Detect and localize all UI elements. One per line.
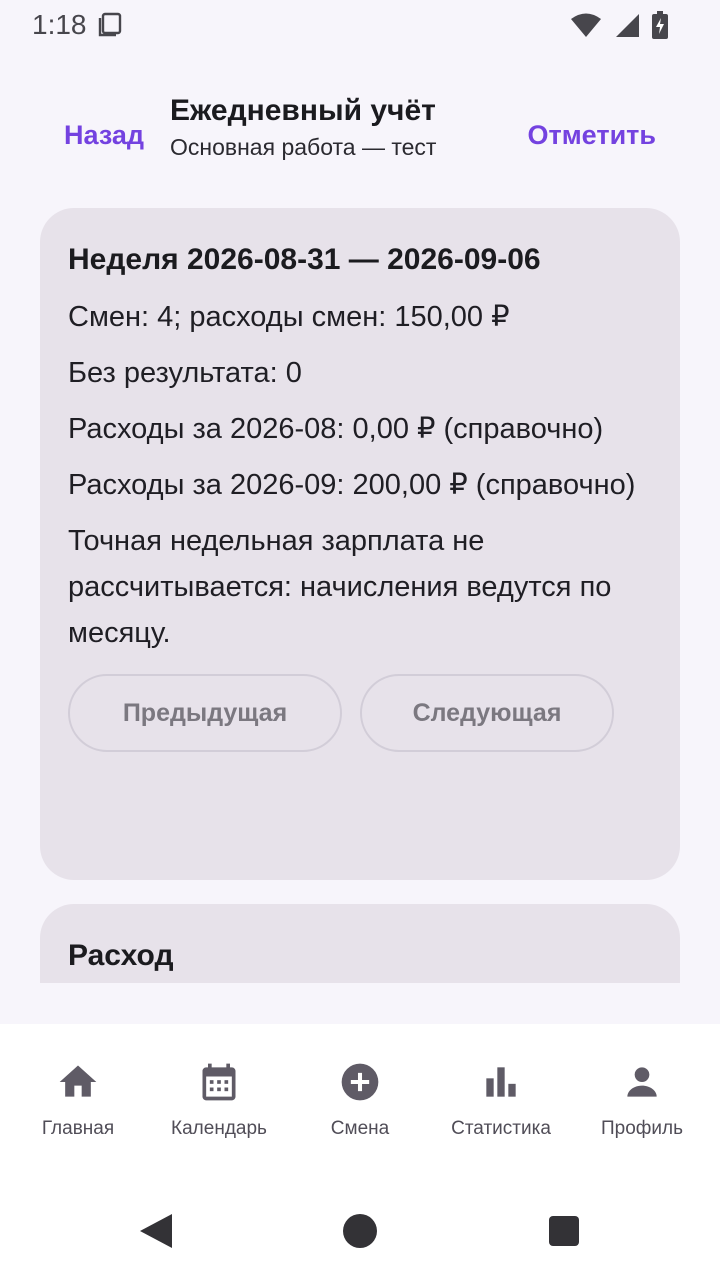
nav-label: Профиль — [600, 1118, 684, 1139]
home-icon — [59, 1065, 97, 1097]
system-home-icon[interactable] — [342, 1212, 378, 1250]
nav-label: Статистика — [451, 1118, 551, 1139]
nav-item-shift[interactable]: Смена — [290, 1024, 430, 1180]
bar-chart-icon — [486, 1067, 516, 1097]
screen: 1:18 Назад Ежедневный учёт Основная рабо… — [0, 0, 720, 1280]
page-subtitle: Основная работа — тест — [170, 134, 437, 160]
battery-charging-icon — [652, 11, 668, 39]
add-circle-icon — [341, 1063, 379, 1101]
status-left: 1:18 — [32, 9, 123, 41]
expense-title: Расход — [68, 939, 174, 972]
system-back-icon[interactable] — [138, 1212, 174, 1250]
mark-button[interactable]: Отметить — [527, 120, 656, 151]
shifts-summary: Смен: 4; расходы смен: 150,00 ₽ — [68, 301, 510, 333]
nav-item-home[interactable]: Главная — [8, 1024, 148, 1180]
wifi-icon — [571, 13, 601, 37]
week-title: Неделя 2026-08-31 — 2026-09-06 — [68, 243, 541, 276]
system-recents-icon[interactable] — [548, 1212, 580, 1250]
nav-label: Главная — [41, 1118, 115, 1139]
bottom-navigation: Главная Календарь Смена Статистика Профи… — [0, 1024, 720, 1180]
status-time: 1:18 — [32, 9, 87, 40]
nav-label: Календарь — [171, 1118, 267, 1139]
cell-signal-icon — [616, 14, 639, 37]
calendar-icon — [202, 1063, 236, 1101]
expenses-august: Расходы за 2026-08: 0,00 ₽ (справочно) — [68, 413, 604, 445]
week-nav-buttons: Предыдущая Следующая — [68, 674, 652, 752]
previous-week-button[interactable]: Предыдущая — [68, 674, 342, 752]
system-navigation-bar — [0, 1180, 720, 1280]
nav-item-statistics[interactable]: Статистика — [431, 1024, 571, 1180]
nav-label: Смена — [330, 1118, 390, 1139]
expenses-september: Расходы за 2026-09: 200,00 ₽ (справочно) — [68, 469, 636, 501]
nav-item-profile[interactable]: Профиль — [572, 1024, 712, 1180]
person-icon — [627, 1067, 657, 1097]
no-result-count: Без результата: 0 — [68, 357, 302, 389]
top-app-bar: Назад Ежедневный учёт Основная работа — … — [0, 80, 720, 190]
next-week-button[interactable]: Следующая — [360, 674, 614, 752]
nav-item-calendar[interactable]: Календарь — [149, 1024, 289, 1180]
back-button[interactable]: Назад — [64, 120, 144, 151]
notification-copy-icon — [98, 12, 121, 37]
status-right — [570, 11, 668, 39]
page-title: Ежедневный учёт — [170, 94, 436, 127]
week-summary-card: Неделя 2026-08-31 — 2026-09-06 Смен: 4; … — [40, 208, 680, 880]
title-group: Ежедневный учёт Основная работа — тест — [170, 94, 436, 161]
status-bar: 1:18 — [0, 0, 720, 50]
expense-card: Расход — [40, 904, 680, 983]
salary-note: Точная недельная зарплата не рассчитывае… — [68, 525, 612, 649]
